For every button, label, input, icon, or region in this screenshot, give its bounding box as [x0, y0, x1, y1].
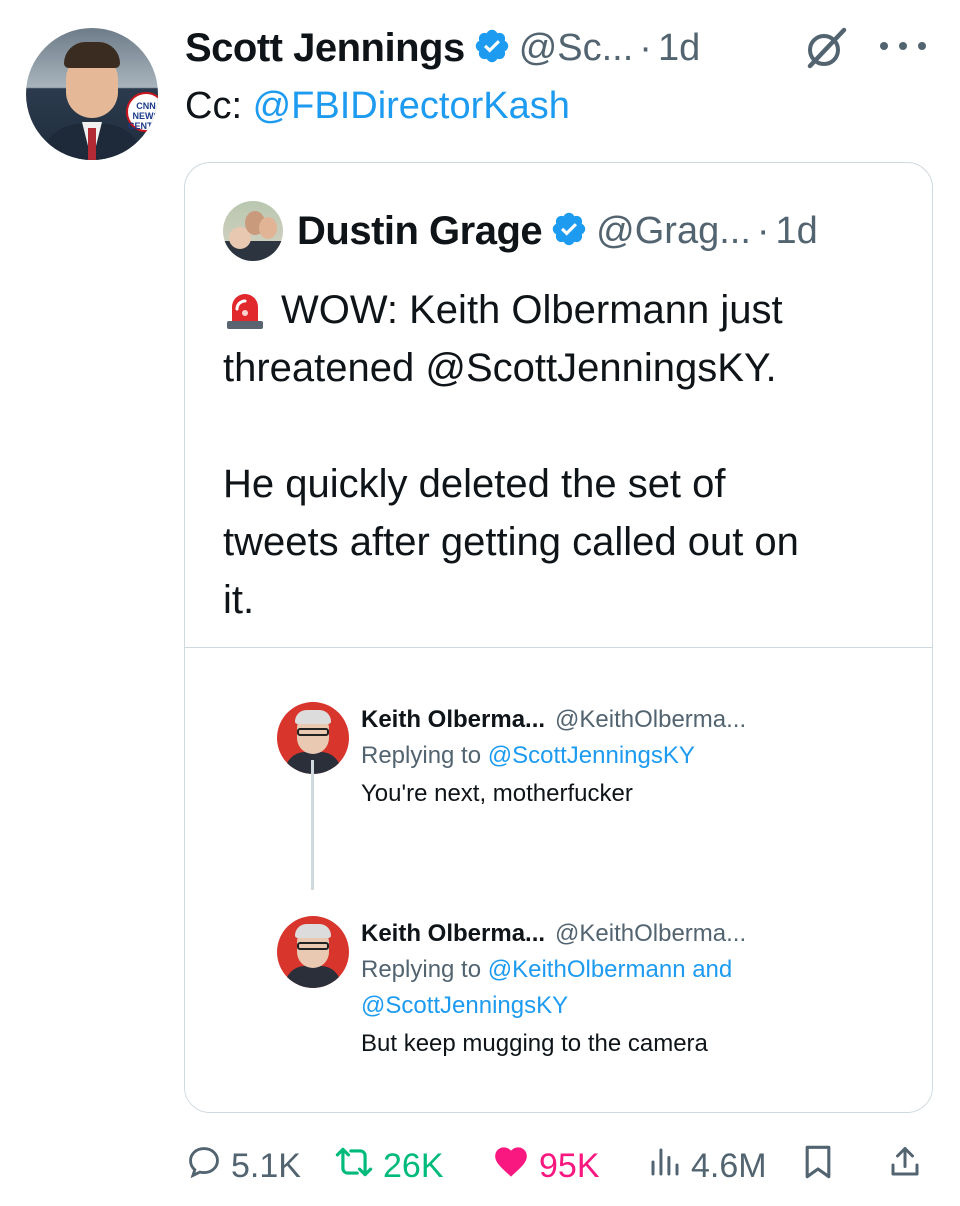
avatar-glasses: [297, 942, 329, 950]
repost-count: 26K: [383, 1146, 444, 1185]
reply-icon: [185, 1143, 231, 1190]
avatar-hair: [295, 710, 331, 724]
reply-mentions: @KeithOlbermann and: [487, 956, 733, 983]
embedded-tweet-header: Keith Olberma... @KeithOlberma...: [361, 916, 746, 952]
reply-button[interactable]: 5.1K: [185, 1138, 301, 1194]
embedded-tweet-2: Keith Olberma... @KeithOlberma... Replyin…: [361, 916, 746, 1064]
embedded-author-name: Keith Olberma...: [361, 706, 546, 733]
quoted-text-line: WOW: Keith Olbermann just: [223, 281, 913, 339]
grok-icon[interactable]: [800, 24, 852, 72]
like-count: 95K: [539, 1146, 600, 1185]
like-icon: [491, 1143, 539, 1190]
reply-prefix: Replying to: [361, 742, 488, 769]
verified-badge-icon: [550, 210, 588, 253]
tweet-header: Scott Jennings @Sc... · 1d: [185, 24, 700, 72]
quoted-header: Dustin Grage @Grag... · 1d: [297, 205, 818, 257]
siren-icon: [223, 287, 267, 347]
quoted-text-line-4: He quickly deleted the set of: [223, 462, 726, 506]
reply-count: 5.1K: [231, 1146, 301, 1185]
avatar-glasses: [297, 728, 329, 736]
quoted-text-line-5: tweets after getting called out on: [223, 520, 799, 564]
views-icon: [647, 1143, 691, 1190]
reply-mentions: @ScottJenningsKY: [487, 742, 695, 769]
more-icon[interactable]: [874, 34, 932, 58]
avatar-news-badge: CNN NEWS CENTRAL: [126, 92, 158, 132]
embedded-reply-context: Replying to @ScottJenningsKY: [361, 738, 746, 774]
embedded-reply-context-line-2: @ScottJenningsKY: [361, 988, 746, 1024]
quoted-text-line-3: [223, 397, 913, 455]
quoted-text-line-6: it.: [223, 578, 255, 622]
embedded-screenshot[interactable]: Keith Olberma... @KeithOlberma... Replyin…: [185, 647, 932, 1112]
quoted-tweet-card[interactable]: Dustin Grage @Grag... · 1d WOW: Keith Ol…: [184, 162, 933, 1113]
share-icon: [887, 1143, 931, 1190]
quoted-author-handle[interactable]: @Grag...: [596, 210, 751, 253]
reply-prefix: Replying to: [361, 956, 488, 983]
author-name[interactable]: Scott Jennings: [185, 26, 465, 71]
verified-badge-icon: [473, 27, 511, 70]
avatar-hair: [64, 42, 120, 68]
embedded-author-avatar: [277, 916, 349, 988]
embedded-tweet-1: Keith Olberma... @KeithOlberma... Replyin…: [361, 702, 746, 814]
reply-mentions: @ScottJenningsKY: [361, 992, 569, 1019]
avatar-suit: [285, 966, 341, 988]
embedded-tweet-text: You're next, motherfucker: [361, 780, 633, 807]
embedded-author-handle: @KeithOlberma...: [555, 706, 747, 733]
views-count: 4.6M: [691, 1146, 767, 1185]
embedded-tweet-header: Keith Olberma... @KeithOlberma...: [361, 702, 746, 738]
share-button[interactable]: [887, 1138, 931, 1194]
quoted-text-line-1: WOW: Keith Olbermann just: [281, 288, 783, 332]
repost-icon: [333, 1143, 383, 1190]
quoted-text-line-2: threatened @ScottJenningsKY.: [223, 346, 777, 390]
quoted-author-name[interactable]: Dustin Grage: [297, 209, 543, 254]
bookmark-button[interactable]: [801, 1138, 843, 1194]
quoted-tweet-text: WOW: Keith Olbermann just threatened @Sc…: [223, 281, 913, 629]
views-button[interactable]: 4.6M: [647, 1138, 767, 1194]
tweet-text-prefix: Cc:: [185, 85, 253, 127]
repost-button[interactable]: 26K: [333, 1138, 444, 1194]
tweet-text: Cc: @FBIDirectorKash: [185, 82, 570, 130]
embedded-tweet-text: But keep mugging to the camera: [361, 1030, 708, 1057]
separator-dot: ·: [756, 209, 770, 252]
quoted-author-avatar[interactable]: [223, 201, 283, 261]
avatar-person: [259, 217, 277, 239]
bookmark-icon: [801, 1143, 843, 1190]
embedded-reply-context: Replying to @KeithOlbermann and: [361, 952, 746, 988]
avatar-hair: [295, 924, 331, 938]
like-button[interactable]: 95K: [491, 1138, 600, 1194]
tweet-mention-link[interactable]: @FBIDirectorKash: [253, 85, 570, 127]
embedded-author-handle: @KeithOlberma...: [555, 920, 747, 947]
author-avatar[interactable]: CNN NEWS CENTRAL: [26, 28, 158, 160]
separator-dot: ·: [639, 26, 652, 69]
avatar-tie: [88, 128, 96, 160]
action-bar: 5.1K 26K 95K 4.6M: [185, 1138, 935, 1194]
quoted-tweet-time[interactable]: 1d: [776, 210, 818, 253]
embedded-author-name: Keith Olberma...: [361, 920, 546, 947]
tweet-time[interactable]: 1d: [658, 27, 700, 70]
thread-connector-line: [311, 760, 314, 890]
author-handle[interactable]: @Sc...: [519, 27, 634, 70]
